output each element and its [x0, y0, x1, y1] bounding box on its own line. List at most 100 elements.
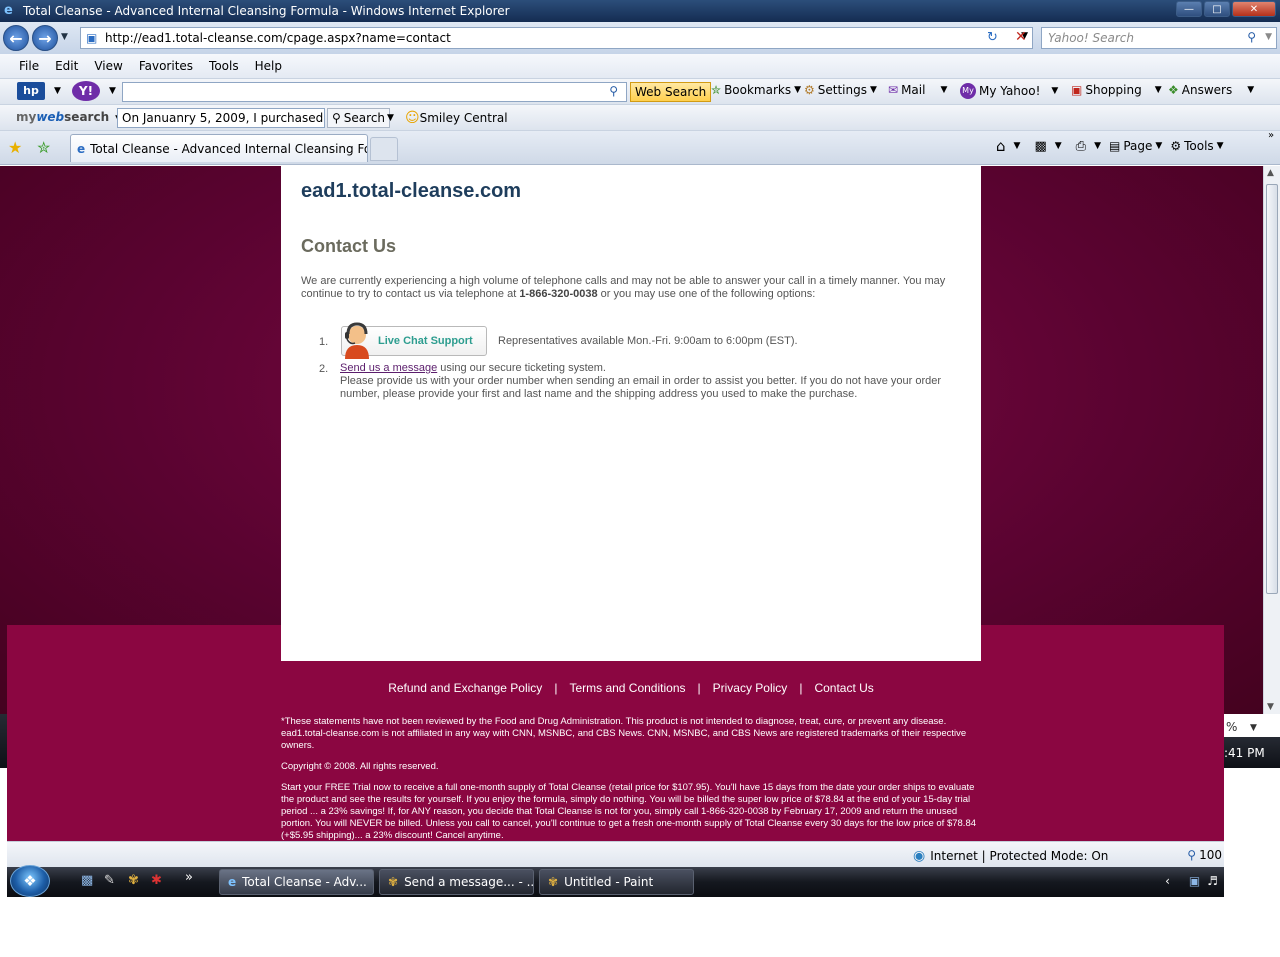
mywebsearch-logo[interactable]: mywebsearch▼ — [16, 110, 122, 124]
logo-search: search — [64, 110, 110, 124]
bookmarks-button[interactable]: ✮ Bookmarks ▼ — [711, 83, 801, 97]
close-button[interactable]: ✕ — [1232, 1, 1276, 17]
mywebsearch-input[interactable]: On Januanry 5, 2009, I purchased "Aca — [117, 108, 325, 128]
search-options-dropdown-icon[interactable]: ▼ — [387, 113, 394, 123]
answers-label: Answers — [1181, 83, 1233, 97]
menu-view[interactable]: View — [86, 59, 130, 73]
privacy-policy-link[interactable]: Privacy Policy — [713, 681, 788, 695]
scroll-down-icon[interactable]: ▼ — [1267, 702, 1274, 712]
zoom-control[interactable]: ⚲ 100 — [1187, 848, 1222, 862]
refresh-icon[interactable]: ↻ — [987, 30, 998, 45]
tools-menu[interactable]: ⚙ Tools ▼ — [1170, 139, 1223, 153]
intro-text: We are currently experiencing a high vol… — [301, 275, 951, 301]
globe-icon: ◉ — [913, 848, 926, 864]
send-message-link[interactable]: Send us a message — [340, 362, 437, 374]
tab-total-cleanse[interactable]: e Total Cleanse - Advanced Internal Clea… — [70, 134, 368, 162]
address-row: ← → ▼ ▣ http://ead1.total-cleanse.com/cp… — [0, 22, 1280, 54]
send-message-option: Send us a message using our secure ticke… — [340, 362, 950, 401]
address-field[interactable]: ▣ http://ead1.total-cleanse.com/cpage.as… — [80, 27, 1033, 49]
yahoo-search-field[interactable]: Yahoo! Search ⚲ ▼ — [1041, 27, 1277, 49]
favorites-star-icon[interactable]: ★ — [8, 138, 22, 157]
home-icon[interactable]: ⌂ — [996, 137, 1006, 155]
content-panel: ead1.total-cleanse.com Contact Us We are… — [281, 166, 981, 661]
send-message-suffix: using our secure ticketing system. — [437, 362, 606, 374]
tools-label: Tools — [1184, 139, 1214, 153]
security-zone[interactable]: ◉ Internet | Protected Mode: On — [913, 848, 1108, 864]
back-button[interactable]: ← — [3, 25, 29, 51]
my-yahoo-icon: My — [960, 83, 976, 99]
live-chat-button[interactable]: Live Chat Support — [341, 322, 487, 359]
network-icon[interactable]: ▣ — [1189, 874, 1200, 888]
volume-icon[interactable]: ♬ — [1207, 874, 1218, 888]
menu-tools[interactable]: Tools — [201, 59, 247, 73]
taskbar-button-send-message[interactable]: ✾ Send a message... - ... — [379, 869, 534, 895]
start-button[interactable]: ❖ — [10, 865, 50, 897]
chevron-left-icon[interactable]: ‹ — [1165, 874, 1170, 888]
app-quicklaunch-icon[interactable]: ✱ — [151, 873, 162, 888]
forward-button[interactable]: → — [32, 25, 58, 51]
menu-favorites[interactable]: Favorites — [131, 59, 201, 73]
answers-icon: ❖ — [1168, 83, 1179, 97]
page-label: Page — [1123, 139, 1153, 153]
vertical-scrollbar[interactable]: ▲ ▼ — [1263, 166, 1280, 714]
web-search-button[interactable]: Web Search — [630, 82, 712, 102]
contact-us-link[interactable]: Contact Us — [814, 681, 873, 695]
menu-bar: File Edit View Favorites Tools Help — [0, 54, 1280, 79]
menu-help[interactable]: Help — [247, 59, 290, 73]
mywebsearch-input-value: On Januanry 5, 2009, I purchased "Aca — [122, 111, 324, 125]
stop-icon[interactable]: ✕ — [1015, 29, 1027, 45]
chevron-more-icon[interactable]: » — [1268, 130, 1274, 141]
show-desktop-icon[interactable]: ▩ — [81, 873, 93, 888]
recent-pages-dropdown-icon[interactable]: ▼ — [61, 32, 68, 42]
message-note: Please provide us with your order number… — [340, 375, 942, 400]
fragment-dropdown-icon: ▼ — [1250, 723, 1257, 733]
mail-button[interactable]: ✉ Mail ▼ — [888, 83, 947, 97]
title-bar: e Total Cleanse - Advanced Internal Clea… — [0, 0, 1280, 22]
footer-separator: | — [554, 681, 558, 695]
page-menu[interactable]: ▤ Page ▼ — [1109, 139, 1162, 153]
mywebsearch-toolbar: mywebsearch▼ On Januanry 5, 2009, I purc… — [0, 105, 1280, 131]
taskbar-button-total-cleanse[interactable]: e Total Cleanse - Adv... — [219, 869, 374, 895]
scroll-up-icon[interactable]: ▲ — [1267, 168, 1274, 178]
settings-button[interactable]: ⚙ Settings ▼ — [804, 83, 877, 97]
settings-icon: ⚙ — [804, 83, 815, 97]
quicklaunch-more[interactable]: » — [185, 870, 193, 885]
feeds-icon[interactable]: ▩ — [1034, 139, 1046, 154]
page-heading: Contact Us — [301, 236, 397, 256]
terms-link[interactable]: Terms and Conditions — [569, 681, 685, 695]
copyright: Copyright © 2008. All rights reserved. — [281, 761, 439, 772]
fragment-clock: :41 PM — [1224, 745, 1265, 760]
underlying-taskbar-fragment — [0, 714, 7, 768]
trial-offer-text: Start your FREE Trial now to receive a f… — [281, 782, 977, 841]
yahoo-logo-icon[interactable]: Y! ▼ — [72, 81, 116, 101]
zone-label: Internet | Protected Mode: On — [930, 849, 1109, 863]
fragment-percent: % — [1226, 720, 1238, 734]
mywebsearch-search-button[interactable]: ⚲ Search — [327, 108, 391, 128]
search-dropdown-icon[interactable]: ▼ — [1265, 32, 1272, 42]
maximize-button[interactable]: □ — [1204, 1, 1230, 17]
zoom-level: 100 — [1199, 848, 1222, 862]
taskbar: ❖ ▩ ✎ ✾ ✱ » e Total Cleanse - Adv... ✾ Sen… — [7, 865, 1224, 897]
new-tab-button[interactable] — [370, 137, 398, 161]
notepad-icon[interactable]: ✎ — [104, 873, 115, 888]
shopping-button[interactable]: ▣ Shopping ▼ — [1071, 83, 1162, 97]
footer-links: Refund and Exchange Policy | Terms and C… — [281, 681, 981, 695]
paint-brush-icon[interactable]: ✾ — [128, 873, 139, 888]
search-icon[interactable]: ⚲ — [1247, 30, 1256, 44]
minimize-button[interactable]: — — [1176, 1, 1202, 17]
menu-edit[interactable]: Edit — [47, 59, 86, 73]
answers-button[interactable]: ❖ Answers ▼ — [1168, 83, 1254, 97]
hp-logo-icon[interactable]: hp ▼ — [17, 82, 61, 100]
add-favorites-icon[interactable]: ✮ — [37, 138, 50, 157]
taskbar-button-paint[interactable]: ✾ Untitled - Paint — [539, 869, 694, 895]
my-yahoo-button[interactable]: My My Yahoo! ▼ — [960, 83, 1058, 99]
scrollbar-thumb[interactable] — [1266, 184, 1278, 594]
settings-label: Settings — [817, 83, 867, 97]
bookmarks-label: Bookmarks — [724, 83, 792, 97]
yahoo-toolbar-search-input[interactable]: ⚲ — [122, 82, 627, 102]
print-icon[interactable]: ⎙ — [1076, 139, 1086, 154]
smiley-central-button[interactable]: ☺Smiley Central — [405, 110, 508, 126]
menu-file[interactable]: File — [11, 59, 47, 73]
refund-policy-link[interactable]: Refund and Exchange Policy — [388, 681, 542, 695]
search-icon: ⚲ — [332, 111, 341, 125]
